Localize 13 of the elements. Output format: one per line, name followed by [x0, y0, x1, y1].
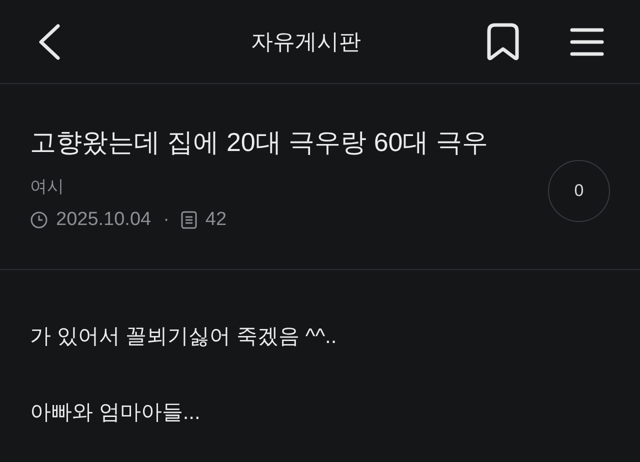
bookmark-icon[interactable] — [486, 22, 520, 62]
document-icon — [181, 210, 198, 229]
separator-dot: · — [163, 208, 170, 232]
post-title: 고향왔는데 집에 20대 극우랑 60대 극우 — [30, 126, 489, 159]
author-name: 여시 — [30, 176, 65, 198]
view-count: 42 — [205, 208, 227, 232]
menu-icon[interactable] — [570, 26, 604, 58]
comment-count-button[interactable]: 0 — [548, 160, 610, 222]
post-date: 2025.10.04 — [56, 208, 152, 232]
body-text: 아빠와 엄마아들... — [30, 400, 202, 426]
board-title: 자유게시판 — [251, 28, 361, 56]
clock-icon — [30, 210, 48, 229]
body-text: 가 있어서 꼴뵈기싫어 죽겠음 ^^.. — [30, 324, 338, 350]
